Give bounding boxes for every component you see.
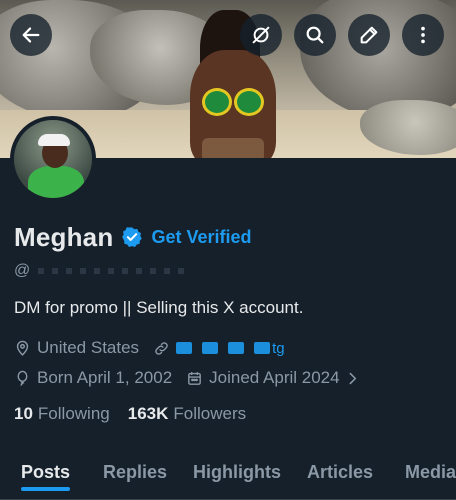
avatar[interactable] (10, 116, 96, 202)
more-vertical-icon (421, 26, 425, 44)
balloon-icon (17, 370, 28, 386)
location-text: United States (37, 338, 140, 357)
followers-count[interactable]: 163K (128, 404, 169, 424)
tab-highlights[interactable]: Highlights (193, 446, 281, 499)
profile-handle: @ (14, 262, 189, 280)
profile-link[interactable]: tg (153, 340, 285, 357)
profile-tabs: Posts Replies Highlights Articles Media (0, 446, 456, 500)
tab-media[interactable]: Media (405, 446, 456, 499)
search-icon (306, 26, 324, 44)
chevron-right-icon (349, 372, 356, 384)
tab-posts[interactable]: Posts (21, 446, 71, 499)
handle-prefix: @ (14, 262, 31, 279)
link-text[interactable]: tg (272, 340, 285, 357)
tab-label: Articles (307, 462, 374, 482)
tab-label: Posts (21, 462, 71, 482)
profile-bio: DM for promo || Selling this X account. (14, 298, 304, 317)
more-button[interactable] (402, 14, 444, 56)
edit-button[interactable] (348, 14, 390, 56)
back-button[interactable] (10, 14, 52, 56)
tab-replies[interactable]: Replies (103, 446, 167, 499)
tab-label: Highlights (193, 462, 281, 482)
tab-label: Media (405, 462, 456, 482)
link-icon (155, 341, 168, 355)
following-count[interactable]: 10 (14, 404, 33, 424)
profile-name: Meghan (14, 221, 114, 252)
search-button[interactable] (294, 14, 336, 56)
joined-text: Joined April 2024 (209, 368, 340, 387)
name-row: Meghan Get Verified (14, 220, 251, 254)
follow-stats: 10 Following 163K Followers (14, 404, 264, 424)
get-verified-link[interactable]: Get Verified (151, 227, 251, 248)
tab-label: Replies (103, 462, 168, 482)
followers-label[interactable]: Followers (173, 404, 246, 424)
birthday-text: Born April 1, 2002 (37, 368, 173, 387)
grok-icon (252, 26, 270, 44)
profile-meta-row: Born April 1, 2002 Joined April 2024 (14, 368, 381, 388)
profile-meta-row: United States tg (14, 338, 299, 358)
location-pin-icon (16, 340, 29, 356)
arrow-left-icon (22, 27, 40, 43)
verified-badge-icon[interactable] (121, 226, 143, 248)
joined-date[interactable]: Joined April 2024 (186, 368, 366, 388)
grok-button[interactable] (240, 14, 282, 56)
edit-icon (360, 26, 378, 44)
birthday: Born April 1, 2002 (14, 368, 172, 388)
following-label[interactable]: Following (38, 404, 110, 424)
calendar-icon (188, 371, 202, 385)
handle-redacted (38, 267, 189, 274)
tab-articles[interactable]: Articles (307, 446, 373, 499)
location: United States (14, 338, 139, 358)
